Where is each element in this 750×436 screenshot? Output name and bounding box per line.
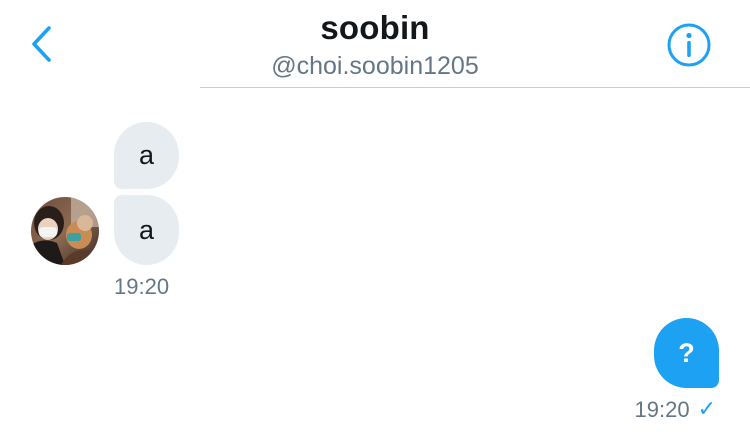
outgoing-message-bubble[interactable]: ? (654, 318, 719, 388)
checkmark-icon: ✓ (697, 397, 716, 422)
header-divider (200, 87, 750, 88)
incoming-timestamp: 19:20 (114, 274, 170, 299)
message-text: a (138, 214, 155, 245)
message-text: ? (678, 337, 695, 368)
avatar-photo (31, 197, 99, 265)
incoming-message-bubble[interactable]: a (114, 195, 179, 265)
dm-conversation-screen: soobin @choi.soobin1205 a a 19:20 ? 19:2… (0, 0, 750, 436)
conversation-header: soobin @choi.soobin1205 (0, 0, 750, 88)
incoming-message-bubble[interactable]: a (114, 122, 179, 189)
display-name: soobin (320, 9, 430, 46)
info-icon (667, 23, 711, 67)
user-handle: @choi.soobin1205 (271, 52, 479, 80)
outgoing-timestamp: 19:20 (634, 397, 690, 422)
avatar[interactable] (31, 197, 99, 265)
message-text: a (138, 140, 155, 170)
info-button[interactable] (666, 22, 712, 68)
conversation-title[interactable]: soobin @choi.soobin1205 (0, 6, 750, 81)
outgoing-status: 19:20 ✓ (635, 396, 717, 424)
